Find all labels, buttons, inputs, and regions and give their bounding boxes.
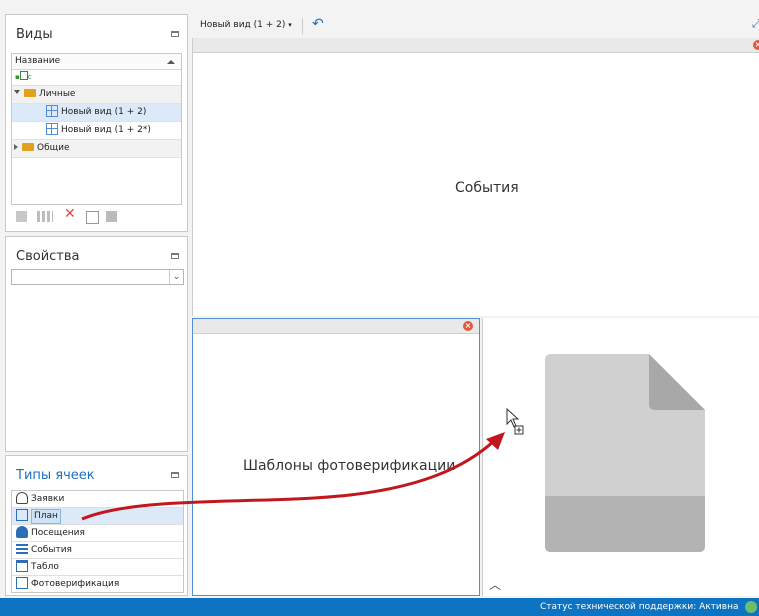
properties-minimize-button[interactable] <box>171 253 179 259</box>
cell-type-requests[interactable]: Заявки <box>12 491 183 508</box>
document-placeholder-icon <box>545 354 705 552</box>
views-panel: Виды Название ▪ c Личные Новый вид (1 + 2… <box>5 14 188 232</box>
tree-item-label: Новый вид (1 + 2*) <box>61 125 151 135</box>
photo-templates-pane: × Шаблоны фотоверификации <box>192 318 480 596</box>
status-bar: Статус технической поддержки: Активна <box>0 598 759 616</box>
drag-cursor-icon <box>506 408 524 435</box>
chevron-down-icon[interactable]: ⌄ <box>169 270 183 284</box>
events-close-icon[interactable]: × <box>753 40 759 50</box>
chevron-up-icon[interactable]: ︿ <box>489 576 501 593</box>
undo-icon[interactable]: ↶ <box>312 16 324 32</box>
tree-group-label: Личные <box>39 89 76 99</box>
window-icon <box>16 560 28 572</box>
view-selector-label: Новый вид (1 + 2) <box>200 20 286 30</box>
add-folder-icon[interactable] <box>37 211 53 222</box>
filter-row-icon: ▪ c <box>15 71 32 81</box>
tree-group-personal[interactable]: Личные <box>12 86 181 104</box>
cell-type-board[interactable]: Табло <box>12 559 183 576</box>
views-tree: Название ▪ c Личные Новый вид (1 + 2) Нов… <box>11 53 182 205</box>
view-selector[interactable]: Новый вид (1 + 2) ▾ <box>200 20 292 30</box>
cell-type-events[interactable]: События <box>12 542 183 559</box>
support-status-text: Статус технической поддержки: Активна <box>540 602 739 612</box>
events-pane-header <box>193 38 759 53</box>
person-icon <box>16 492 28 504</box>
events-label: События <box>455 180 519 196</box>
tree-item-view-2[interactable]: Новый вид (1 + 2*) <box>12 122 181 140</box>
cell-type-label: Заявки <box>31 494 65 504</box>
cell-type-plan[interactable]: План <box>12 508 183 525</box>
photo-templates-close-icon[interactable]: × <box>463 321 473 331</box>
cell-types-list: Заявки План Посещения События Табло Фото… <box>11 490 184 593</box>
cell-types-minimize-button[interactable] <box>171 472 179 478</box>
expand-arrow-icon[interactable] <box>14 90 20 94</box>
status-indicator <box>745 601 757 613</box>
paste-icon[interactable] <box>106 211 117 222</box>
cell-type-label: Посещения <box>31 528 85 538</box>
events-pane: × События <box>192 38 759 316</box>
delete-icon[interactable]: ✕ <box>64 206 76 222</box>
add-view-icon[interactable] <box>16 211 27 222</box>
views-column-header[interactable]: Название <box>12 54 181 70</box>
tree-item-label: Новый вид (1 + 2) <box>61 107 147 117</box>
folder-icon <box>24 89 36 97</box>
cell-types-panel-title: Типы ячеек <box>16 468 95 483</box>
views-minimize-button[interactable] <box>171 31 179 37</box>
id-card-icon <box>16 577 28 589</box>
expand-icon[interactable]: ⤢ <box>752 17 759 31</box>
column-header-label: Название <box>15 56 61 66</box>
view-grid-icon <box>46 123 58 135</box>
folder-icon <box>22 143 34 151</box>
tree-group-shared[interactable]: Общие <box>12 140 181 158</box>
properties-panel-title: Свойства <box>16 249 80 264</box>
photo-templates-pane-header <box>193 319 479 334</box>
preview-pane: ︿ <box>482 318 759 596</box>
toolbar-separator <box>302 18 303 34</box>
cell-types-panel: Типы ячеек Заявки План Посещения События… <box>5 455 188 596</box>
tree-item-view-1[interactable]: Новый вид (1 + 2) <box>12 104 181 122</box>
views-panel-title: Виды <box>16 27 53 42</box>
filter-row[interactable]: ▪ c <box>12 70 181 86</box>
view-toolbar: Новый вид (1 + 2) ▾ ↶ ⤢ <box>192 14 759 38</box>
cell-type-label: Табло <box>31 562 59 572</box>
cell-type-label: План <box>31 509 61 524</box>
visitor-icon <box>16 526 28 538</box>
tree-group-label: Общие <box>37 143 70 153</box>
properties-select[interactable] <box>11 269 184 285</box>
copy-icon[interactable] <box>86 211 99 224</box>
cell-type-label: Фотоверификация <box>31 579 120 589</box>
photo-templates-label: Шаблоны фотоверификации <box>243 458 456 474</box>
dropdown-arrow-icon: ▾ <box>288 21 292 29</box>
sort-ascending-icon <box>167 60 175 64</box>
cell-type-visits[interactable]: Посещения <box>12 525 183 542</box>
collapsed-arrow-icon[interactable] <box>14 144 18 150</box>
properties-panel: Свойства ⌄ <box>5 236 188 452</box>
list-lines-icon <box>16 543 28 555</box>
plan-icon <box>16 509 28 521</box>
cell-type-photo-verification[interactable]: Фотоверификация <box>12 576 183 592</box>
view-grid-icon <box>46 105 58 117</box>
cell-type-label: События <box>31 545 72 555</box>
